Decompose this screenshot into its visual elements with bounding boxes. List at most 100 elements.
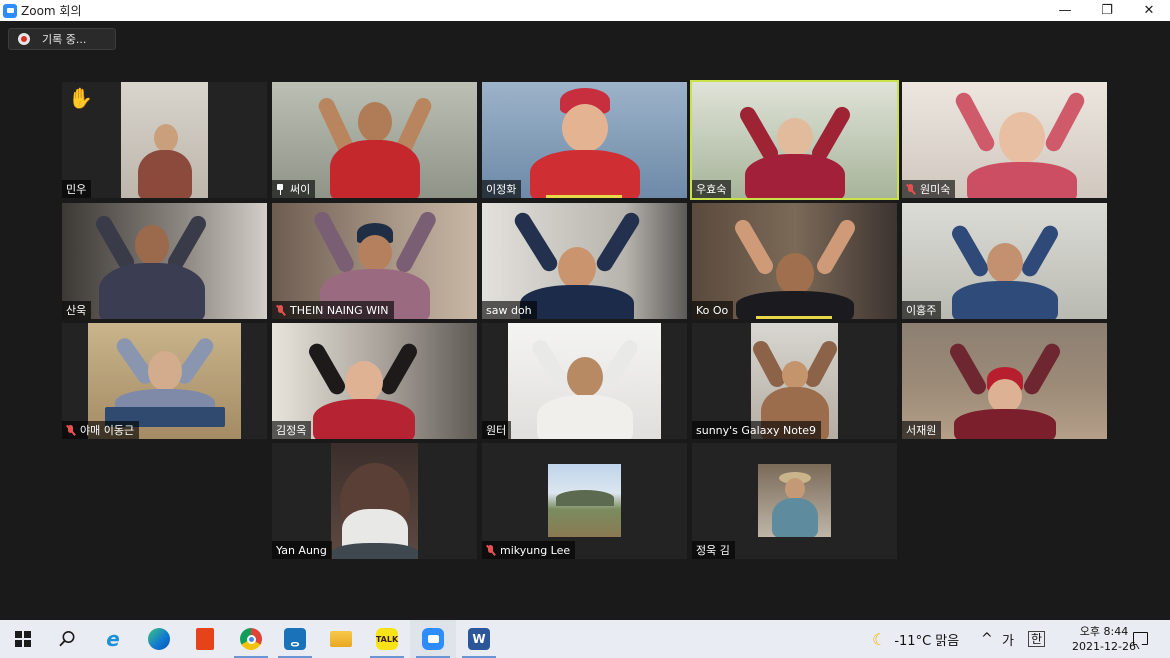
office-icon (196, 628, 214, 650)
taskbar-store[interactable]: ᆼ (272, 620, 318, 658)
participant-tile[interactable]: THEIN NAING WIN (272, 203, 477, 319)
zoom-app-icon (422, 628, 444, 650)
taskbar-clock[interactable]: 오후 8:44 2021-12-26 (1072, 624, 1136, 654)
recording-indicator[interactable]: 기록 중... (8, 28, 116, 50)
taskbar-office[interactable] (182, 620, 228, 658)
taskbar-word[interactable]: W (456, 620, 502, 658)
participant-tile[interactable]: 원미숙 (902, 82, 1107, 198)
participant-name-tag: 정욱 김 (692, 541, 735, 559)
search-icon (59, 631, 75, 647)
window-title: Zoom 회의 (21, 4, 82, 18)
participant-tile[interactable]: 정욱 김 (692, 443, 897, 559)
participant-name: 우효숙 (696, 183, 727, 196)
record-icon (18, 33, 30, 45)
title-bar: Zoom 회의 — ❐ ✕ (0, 0, 1170, 21)
taskbar-edge[interactable] (136, 620, 182, 658)
close-button[interactable]: ✕ (1128, 0, 1170, 21)
participant-name-tag: Yan Aung (272, 541, 332, 559)
store-icon: ᆼ (284, 628, 306, 650)
participant-tile-active-speaker[interactable]: 우효숙 (690, 80, 899, 200)
participant-tile[interactable]: Ko Oo (692, 203, 897, 319)
taskbar-internet-explorer[interactable]: e (90, 620, 136, 658)
windows-logo-icon (15, 631, 31, 647)
participant-name: 민우 (66, 183, 87, 196)
participant-tile[interactable]: saw doh (482, 203, 687, 319)
notification-icon[interactable] (1133, 632, 1148, 645)
participant-tile[interactable]: 이홍주 (902, 203, 1107, 319)
participant-name: 김정옥 (276, 424, 307, 437)
participant-name-tag: 산욱 (62, 301, 92, 319)
participant-tile[interactable]: 서재원 (902, 323, 1107, 439)
participant-tile[interactable]: 이정화 (482, 82, 687, 198)
mic-muted-icon (486, 544, 495, 556)
weather-widget[interactable]: ☾ -11°C 맑음 (872, 620, 959, 658)
recording-label: 기록 중... (42, 33, 87, 46)
participant-tile[interactable]: 산욱 (62, 203, 267, 319)
taskbar-chrome[interactable] (228, 620, 274, 658)
participant-name: THEIN NAING WIN (290, 303, 389, 317)
participant-name-tag: 서재원 (902, 421, 942, 439)
edge-icon (148, 628, 170, 650)
participant-name: 써이 (290, 183, 311, 196)
participant-name: saw doh (486, 303, 532, 317)
participant-name: Yan Aung (276, 543, 327, 557)
participant-name-tag: Ko Oo (692, 301, 734, 319)
mic-muted-icon (276, 304, 285, 316)
restore-button[interactable]: ❐ (1086, 0, 1128, 21)
weather-text: -11°C 맑음 (894, 633, 960, 649)
participant-name-tag: mikyung Lee (482, 541, 576, 559)
participant-tile[interactable]: mikyung Lee (482, 443, 687, 559)
participant-name: 이홍주 (906, 304, 937, 317)
participant-tile[interactable]: Yan Aung (272, 443, 477, 559)
participant-tile[interactable]: ✋ 민우 (62, 82, 267, 198)
mic-muted-icon (906, 183, 915, 195)
participant-tile[interactable]: sunny's Galaxy Note9 (692, 323, 897, 439)
participant-tile[interactable]: 야매 이동근 (62, 323, 267, 439)
start-button[interactable] (0, 620, 46, 658)
participant-tile[interactable]: 원터 (482, 323, 687, 439)
participant-video (121, 82, 208, 198)
taskbar-file-explorer[interactable] (318, 620, 364, 658)
participant-name: Ko Oo (696, 303, 729, 317)
ime-language-button[interactable]: 가 (1002, 620, 1014, 658)
participant-name: 서재원 (906, 424, 937, 437)
participant-name-tag: 이홍주 (902, 301, 942, 319)
participant-name: mikyung Lee (500, 543, 571, 557)
participant-name: 산욱 (66, 304, 87, 317)
participant-name: sunny's Galaxy Note9 (696, 423, 817, 437)
participant-name-tag: 이정화 (482, 180, 522, 198)
participant-name-tag: 김정옥 (272, 421, 312, 439)
minimize-button[interactable]: — (1044, 0, 1086, 21)
tray-chevron-button[interactable]: ^ (981, 620, 993, 658)
talking-indicator (546, 195, 622, 198)
clock-time: 오후 8:44 (1079, 625, 1129, 638)
ime-mode-button[interactable]: 한 (1028, 620, 1046, 658)
moon-icon: ☾ (872, 629, 887, 649)
participant-name-tag: 원터 (482, 421, 512, 439)
clock-date: 2021-12-26 (1072, 640, 1136, 653)
ime-language: 가 (1002, 633, 1014, 649)
ime-mode: 한 (1028, 631, 1046, 647)
internet-explorer-icon: e (106, 627, 120, 651)
taskbar-zoom[interactable] (410, 620, 456, 658)
participant-name: 원미숙 (920, 183, 951, 196)
folder-icon (330, 631, 352, 647)
participant-name: 정욱 김 (696, 544, 730, 557)
participant-video (331, 443, 418, 559)
pin-icon (276, 183, 284, 195)
participant-name: 야매 이동근 (80, 424, 135, 437)
raised-hand-icon: ✋ (68, 86, 93, 110)
participant-name-tag: 써이 (272, 180, 316, 198)
participant-tile[interactable]: 김정옥 (272, 323, 477, 439)
search-button[interactable] (44, 620, 90, 658)
participant-name-tag: 원미숙 (902, 180, 956, 198)
zoom-logo-icon (3, 3, 17, 18)
participant-video (62, 203, 267, 319)
participant-tile[interactable]: 써이 (272, 82, 477, 198)
participant-name: 이정화 (486, 183, 517, 196)
mic-muted-icon (66, 424, 75, 436)
participant-name-tag: 야매 이동근 (62, 421, 140, 439)
taskbar-kakaotalk[interactable]: TALK (364, 620, 410, 658)
participant-video (508, 323, 661, 439)
windows-taskbar: e ᆼ TALK W ☾ -11°C 맑음 ^ 가 한 오후 8:44 2021… (0, 620, 1170, 658)
